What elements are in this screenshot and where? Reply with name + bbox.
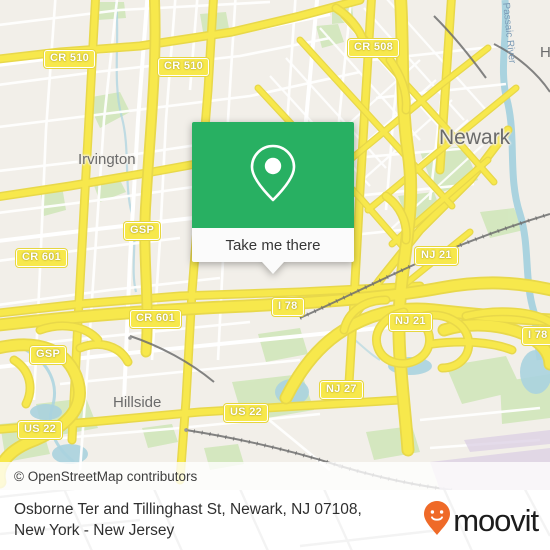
footer-content: Osborne Ter and Tillinghast St, Newark, … — [0, 490, 550, 550]
attribution-text: © OpenStreetMap contributors — [14, 468, 198, 484]
map-attribution: © OpenStreetMap contributors — [0, 462, 550, 490]
place-label-newark: Newark — [439, 126, 511, 149]
popup-header — [192, 122, 354, 228]
take-me-there-button[interactable]: Take me there — [192, 228, 354, 274]
road-shield: NJ 21 — [415, 247, 458, 265]
road-shield: CR 601 — [130, 310, 182, 328]
road-shield: NJ 21 — [389, 313, 432, 331]
road-shield: I 78 — [522, 327, 550, 345]
location-popup-card[interactable]: Take me there — [192, 122, 354, 274]
map-pin-icon — [246, 141, 300, 210]
road-shield: CR 508 — [348, 39, 400, 57]
road-shield: CR 510 — [158, 58, 210, 76]
map-screenshot: CR 510 CR 510 CR 508 GSP CR 601 CR 601 G… — [0, 0, 550, 550]
location-caption: Osborne Ter and Tillinghast St, Newark, … — [14, 499, 423, 541]
road-shield: NJ 27 — [320, 381, 363, 399]
moovit-logo[interactable]: moovit — [423, 500, 539, 541]
road-shield: US 22 — [224, 404, 269, 422]
road-shield: GSP — [30, 346, 67, 364]
popup-pointer-tail — [262, 262, 284, 274]
location-caption-line2: New York - New Jersey — [14, 522, 175, 539]
road-shield: CR 601 — [16, 249, 68, 267]
moovit-smiley-pin-icon — [423, 500, 451, 541]
road-shield: US 22 — [18, 421, 63, 439]
road-shield: CR 510 — [44, 50, 96, 68]
place-label-hillside: Hillside — [113, 394, 162, 411]
place-label-harrison: H — [540, 44, 550, 61]
location-caption-line1: Osborne Ter and Tillinghast St, Newark, … — [14, 501, 362, 518]
road-shield: I 78 — [272, 298, 304, 316]
take-me-there-label: Take me there — [225, 236, 321, 254]
map-canvas[interactable]: CR 510 CR 510 CR 508 GSP CR 601 CR 601 G… — [0, 0, 550, 490]
moovit-wordmark: moovit — [453, 502, 539, 538]
place-label-irvington: Irvington — [78, 151, 136, 168]
footer-bar: Osborne Ter and Tillinghast St, Newark, … — [0, 490, 550, 550]
road-shield: GSP — [124, 222, 161, 240]
